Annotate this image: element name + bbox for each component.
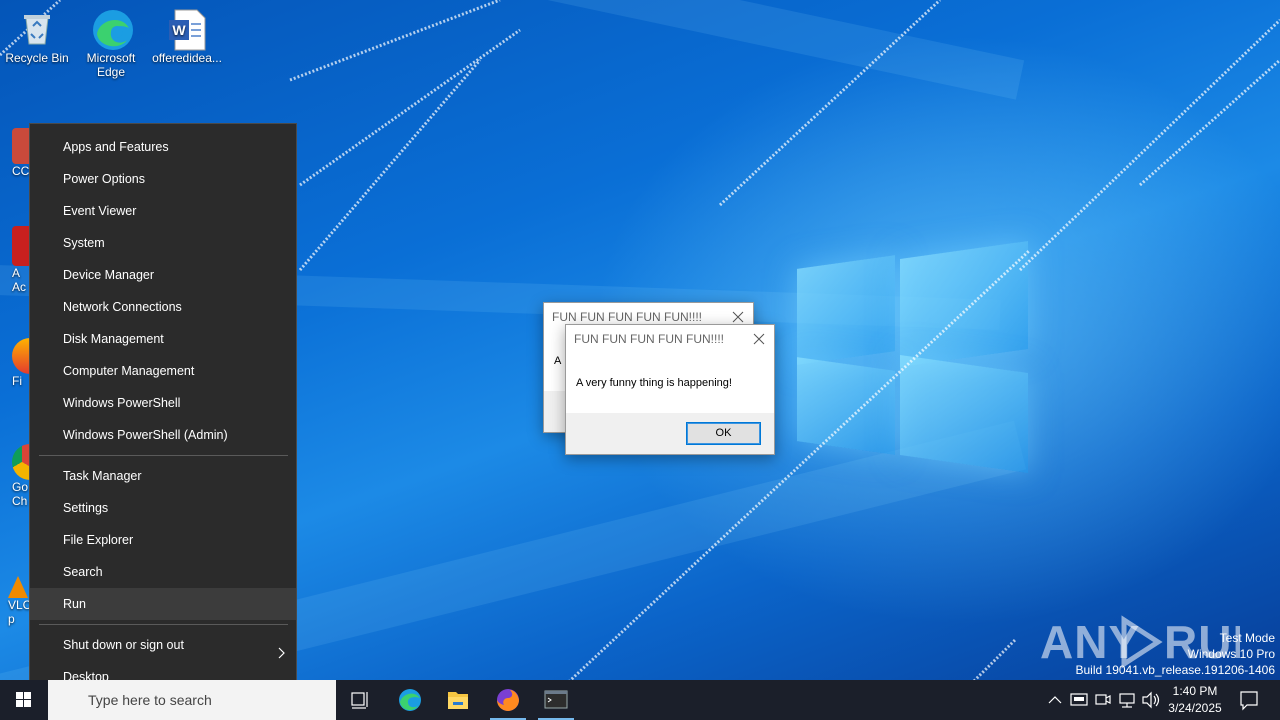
menu-item-computer-management[interactable]: Computer Management <box>30 355 296 387</box>
edge-icon <box>399 689 421 711</box>
taskbar: Type here to search 1:40 PM 3/24/2025 <box>0 680 1280 720</box>
firefox-icon <box>497 689 519 711</box>
menu-divider <box>39 455 288 456</box>
action-center-button[interactable] <box>1234 680 1264 720</box>
menu-item-file-explorer[interactable]: File Explorer <box>30 524 296 556</box>
menu-item-settings[interactable]: Settings <box>30 492 296 524</box>
desktop-icon-word-document[interactable]: W offeredidea... <box>150 8 224 65</box>
close-icon[interactable] <box>752 332 766 346</box>
taskbar-edge-button[interactable] <box>386 680 434 720</box>
tray-meet-now[interactable] <box>1092 680 1114 720</box>
start-button[interactable] <box>0 680 48 720</box>
taskbar-search-box[interactable]: Type here to search <box>48 680 336 720</box>
menu-item-windows-powershell[interactable]: Windows PowerShell <box>30 387 296 419</box>
chevron-right-icon <box>278 639 286 659</box>
word-document-icon: W <box>167 8 207 51</box>
desktop-icon-label: offeredidea... <box>152 51 222 65</box>
taskbar-terminal-app-button[interactable] <box>532 680 580 720</box>
task-view-icon <box>351 692 368 709</box>
message-dialog[interactable]: FUN FUN FUN FUN FUN!!!! A very funny thi… <box>565 324 775 455</box>
desktop-icon-label: Microsoft Edge <box>86 51 136 79</box>
close-icon[interactable] <box>731 310 745 324</box>
task-view-button[interactable] <box>336 680 384 720</box>
menu-item-search[interactable]: Search <box>30 556 296 588</box>
vlc-icon <box>8 576 28 598</box>
taskbar-file-explorer-button[interactable] <box>434 680 482 720</box>
menu-item-disk-management[interactable]: Disk Management <box>30 323 296 355</box>
desktop-icon-label: Recycle Bin <box>5 51 69 65</box>
tray-network[interactable] <box>1116 680 1138 720</box>
desktop-icon-vlc[interactable]: VLC p <box>8 576 31 626</box>
camera-icon <box>1095 694 1111 705</box>
dialog-message: A very funny thing is happening! <box>566 353 774 413</box>
menu-item-system[interactable]: System <box>30 227 296 259</box>
menu-item-network-connections[interactable]: Network Connections <box>30 291 296 323</box>
test-mode-watermark: Test Mode Windows 10 Pro Build 19041.vb_… <box>1075 631 1276 677</box>
menu-item-run[interactable]: Run <box>30 588 296 620</box>
svg-text:W: W <box>172 22 186 38</box>
power-user-menu: Apps and Features Power Options Event Vi… <box>29 123 297 701</box>
desktop-icon-microsoft-edge[interactable]: Microsoft Edge <box>74 8 148 79</box>
menu-divider <box>39 624 288 625</box>
tray-volume[interactable] <box>1140 680 1162 720</box>
volume-icon <box>1142 691 1160 709</box>
keyboard-icon <box>1070 693 1088 706</box>
tray-keyboard[interactable] <box>1068 680 1090 720</box>
network-icon <box>1119 693 1135 708</box>
taskbar-firefox-button[interactable] <box>484 680 532 720</box>
clock-time: 1:40 PM <box>1172 684 1218 698</box>
menu-item-task-manager[interactable]: Task Manager <box>30 460 296 492</box>
menu-item-label: Shut down or sign out <box>63 638 184 652</box>
menu-item-shut-down-or-sign-out[interactable]: Shut down or sign out <box>30 629 296 661</box>
search-placeholder: Type here to search <box>88 692 212 708</box>
menu-item-event-viewer[interactable]: Event Viewer <box>30 195 296 227</box>
windows-start-icon <box>16 692 31 707</box>
ok-button[interactable]: OK <box>686 422 761 445</box>
menu-item-windows-powershell-admin[interactable]: Windows PowerShell (Admin) <box>30 419 296 451</box>
edge-icon <box>91 8 133 50</box>
chevron-up-icon <box>1048 696 1062 704</box>
menu-item-device-manager[interactable]: Device Manager <box>30 259 296 291</box>
dialog-title: FUN FUN FUN FUN FUN!!!! <box>566 325 774 353</box>
file-explorer-icon <box>448 692 468 709</box>
clock-date: 3/24/2025 <box>1168 701 1222 715</box>
menu-item-power-options[interactable]: Power Options <box>30 163 296 195</box>
menu-item-apps-and-features[interactable]: Apps and Features <box>30 131 296 163</box>
taskbar-clock[interactable]: 1:40 PM 3/24/2025 <box>1160 683 1230 717</box>
notification-icon <box>1240 691 1258 711</box>
recycle-bin-icon <box>17 8 57 48</box>
terminal-app-icon <box>544 690 568 709</box>
tray-overflow-chevron[interactable] <box>1044 680 1066 720</box>
desktop-icon-recycle-bin[interactable]: Recycle Bin <box>0 8 74 65</box>
